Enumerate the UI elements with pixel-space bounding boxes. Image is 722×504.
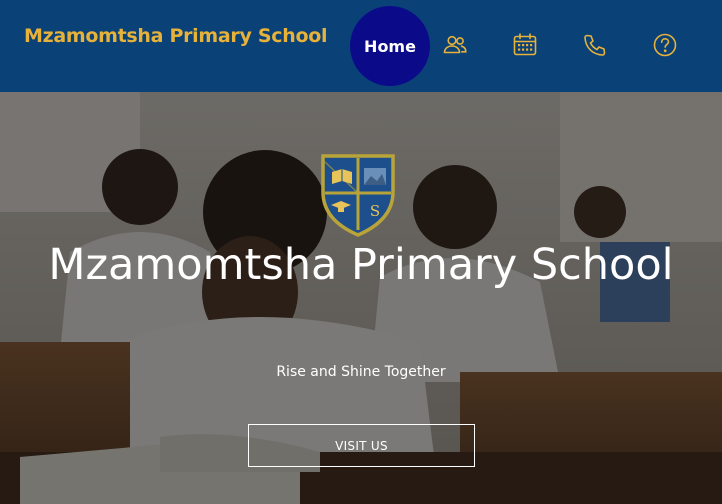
top-navbar: Mzamomtsha Primary School Home	[0, 0, 722, 92]
nav-home-button[interactable]: Home	[350, 6, 430, 86]
hero-tagline: Rise and Shine Together	[276, 364, 446, 380]
calendar-icon[interactable]	[511, 31, 539, 59]
help-icon[interactable]	[651, 31, 679, 59]
svg-text:S: S	[370, 202, 380, 220]
school-crest-logo: S	[321, 154, 395, 237]
site-brand[interactable]: Mzamomtsha Primary School	[24, 25, 327, 47]
page: Mzamomtsha Primary School Home S Mzamomt…	[0, 0, 722, 504]
users-icon[interactable]	[441, 31, 469, 59]
hero-title: Mzamomtsha Primary School	[48, 240, 674, 290]
hero-section: S Mzamomtsha Primary School Rise and Shi…	[0, 92, 722, 504]
visit-us-button[interactable]: VISIT US	[248, 424, 475, 467]
phone-icon[interactable]	[581, 31, 609, 59]
